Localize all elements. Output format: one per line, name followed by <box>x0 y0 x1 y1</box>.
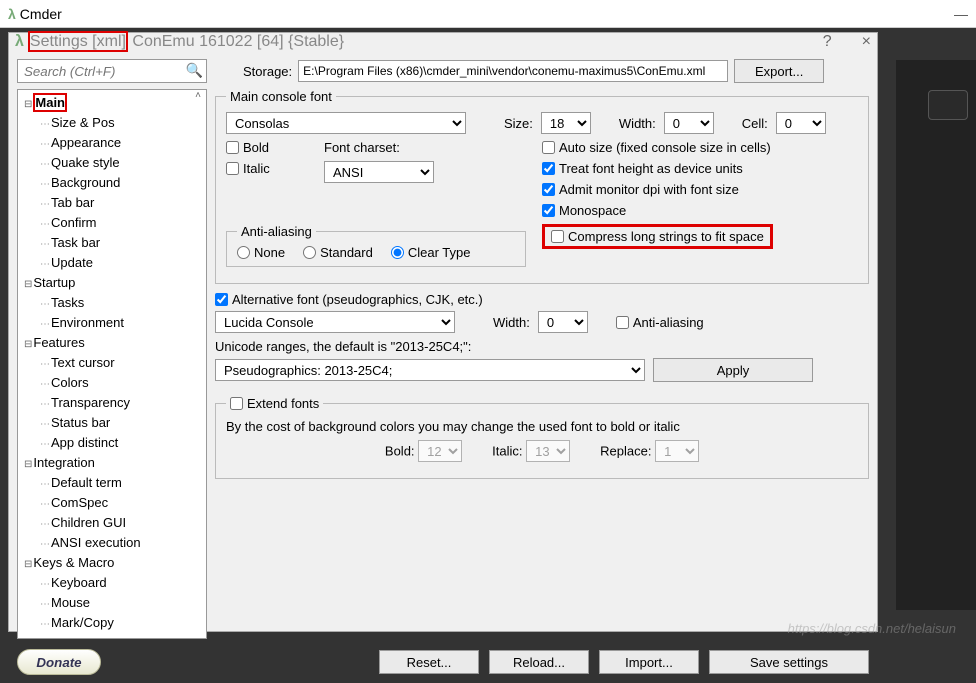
ext-bold-select[interactable]: 12 <box>418 440 462 462</box>
bold-checkbox[interactable] <box>226 141 239 154</box>
tree-colors[interactable]: Colors <box>51 375 89 390</box>
charset-select[interactable]: ANSI <box>324 161 434 183</box>
size-label: Size: <box>504 116 533 131</box>
font-cell-select[interactable]: 0 <box>776 112 826 134</box>
tree-environment[interactable]: Environment <box>51 315 124 330</box>
tree-integration[interactable]: Integration <box>33 455 94 470</box>
tree-confirm[interactable]: Confirm <box>51 215 97 230</box>
close-icon[interactable]: × <box>862 33 871 51</box>
ext-replace-select[interactable]: 1 <box>655 440 699 462</box>
tree-appdistinct[interactable]: App distinct <box>51 435 118 450</box>
tree-keysmacro[interactable]: Keys & Macro <box>33 555 114 570</box>
altwidth-select[interactable]: 0 <box>538 311 588 333</box>
tree-startup[interactable]: Startup <box>33 275 75 290</box>
tree-taskbar[interactable]: Task bar <box>51 235 100 250</box>
ext-italic-label: Italic: <box>492 444 522 459</box>
altwidth-label: Width: <box>493 315 530 330</box>
font-width-select[interactable]: 0 <box>664 112 714 134</box>
import-button[interactable]: Import... <box>599 650 699 674</box>
dialog-logo-icon: λ <box>15 33 24 51</box>
tree-comspec[interactable]: ComSpec <box>51 495 108 510</box>
tree-main[interactable]: Main <box>33 93 67 112</box>
reload-button[interactable]: Reload... <box>489 650 589 674</box>
tree-statusbar[interactable]: Status bar <box>51 415 110 430</box>
tree-appearance[interactable]: Appearance <box>51 135 121 150</box>
search-icon[interactable]: 🔍 <box>186 62 203 79</box>
tree-keyboard[interactable]: Keyboard <box>51 575 107 590</box>
minimize-icon[interactable]: — <box>954 6 968 22</box>
aa-standard-radio[interactable] <box>303 246 316 259</box>
tree-markcopy[interactable]: Mark/Copy <box>51 615 114 630</box>
autosize-checkbox[interactable] <box>542 141 555 154</box>
ext-replace-label: Replace: <box>600 444 651 459</box>
main-font-legend: Main console font <box>226 89 336 104</box>
treat-checkbox[interactable] <box>542 162 555 175</box>
tree-defaultterm[interactable]: Default term <box>51 475 122 490</box>
tree-tabbar[interactable]: Tab bar <box>51 195 94 210</box>
main-font-group: Main console font Consolas Size: 18 Widt… <box>215 89 869 284</box>
settings-dialog: λ Settings [xml] ConEmu 161022 [64] {Sta… <box>8 32 878 632</box>
tree-transparency[interactable]: Transparency <box>51 395 130 410</box>
tree-size-pos[interactable]: Size & Pos <box>51 115 115 130</box>
extend-desc: By the cost of background colors you may… <box>226 419 858 434</box>
unicode-range-label: Unicode ranges, the default is "2013-25C… <box>215 339 869 354</box>
altfont-checkbox[interactable] <box>215 293 228 306</box>
app-logo-icon: λ <box>8 6 16 22</box>
tree-childrengui[interactable]: Children GUI <box>51 515 126 530</box>
donate-button[interactable]: Donate <box>17 649 101 675</box>
admit-checkbox[interactable] <box>542 183 555 196</box>
alt-aa-checkbox[interactable] <box>616 316 629 329</box>
monospace-checkbox[interactable] <box>542 204 555 217</box>
tree-quake[interactable]: Quake style <box>51 155 120 170</box>
storage-input[interactable] <box>298 60 728 82</box>
unicode-range-select[interactable]: Pseudographics: 2013-25C4; <box>215 359 645 381</box>
italic-checkbox[interactable] <box>226 162 239 175</box>
aa-none-radio[interactable] <box>237 246 250 259</box>
tree-background[interactable]: Background <box>51 175 120 190</box>
width-label: Width: <box>619 116 656 131</box>
apply-button[interactable]: Apply <box>653 358 813 382</box>
tree-tasks[interactable]: Tasks <box>51 295 84 310</box>
aa-cleartype-radio[interactable] <box>391 246 404 259</box>
save-settings-button[interactable]: Save settings <box>709 650 869 674</box>
extend-fonts-group: Extend fonts By the cost of background c… <box>215 396 869 479</box>
settings-tree[interactable]: ˄ Main Size & Pos Appearance Quake style… <box>17 89 207 639</box>
charset-label: Font charset: <box>324 140 474 155</box>
export-button[interactable]: Export... <box>734 59 824 83</box>
app-titlebar: λ Cmder — <box>0 0 976 28</box>
tree-ansiexec[interactable]: ANSI execution <box>51 535 141 550</box>
aa-legend: Anti-aliasing <box>237 224 316 239</box>
storage-label: Storage: <box>243 64 292 79</box>
ext-bold-label: Bold: <box>385 444 415 459</box>
altfont-family-select[interactable]: Lucida Console <box>215 311 455 333</box>
watermark-text: https://blog.csdn.net/helaisun <box>788 621 956 636</box>
help-icon[interactable]: ? <box>823 33 832 51</box>
compress-checkbox[interactable] <box>551 230 564 243</box>
tree-mouse[interactable]: Mouse <box>51 595 90 610</box>
font-size-select[interactable]: 18 <box>541 112 591 134</box>
extend-fonts-checkbox[interactable] <box>230 397 243 410</box>
cell-label: Cell: <box>742 116 768 131</box>
search-input[interactable] <box>17 59 207 83</box>
tree-textcursor[interactable]: Text cursor <box>51 355 115 370</box>
reset-button[interactable]: Reset... <box>379 650 479 674</box>
dialog-title-sub: ConEmu 161022 [64] {Stable} <box>128 33 344 50</box>
tree-update[interactable]: Update <box>51 255 93 270</box>
bg-widget <box>928 90 968 120</box>
app-title: Cmder <box>20 6 62 22</box>
dialog-titlebar: λ Settings [xml] ConEmu 161022 [64] {Sta… <box>9 33 877 51</box>
font-family-select[interactable]: Consolas <box>226 112 466 134</box>
ext-italic-select[interactable]: 13 <box>526 440 570 462</box>
tree-features[interactable]: Features <box>33 335 84 350</box>
dialog-title-main: Settings [xml] <box>28 31 128 52</box>
